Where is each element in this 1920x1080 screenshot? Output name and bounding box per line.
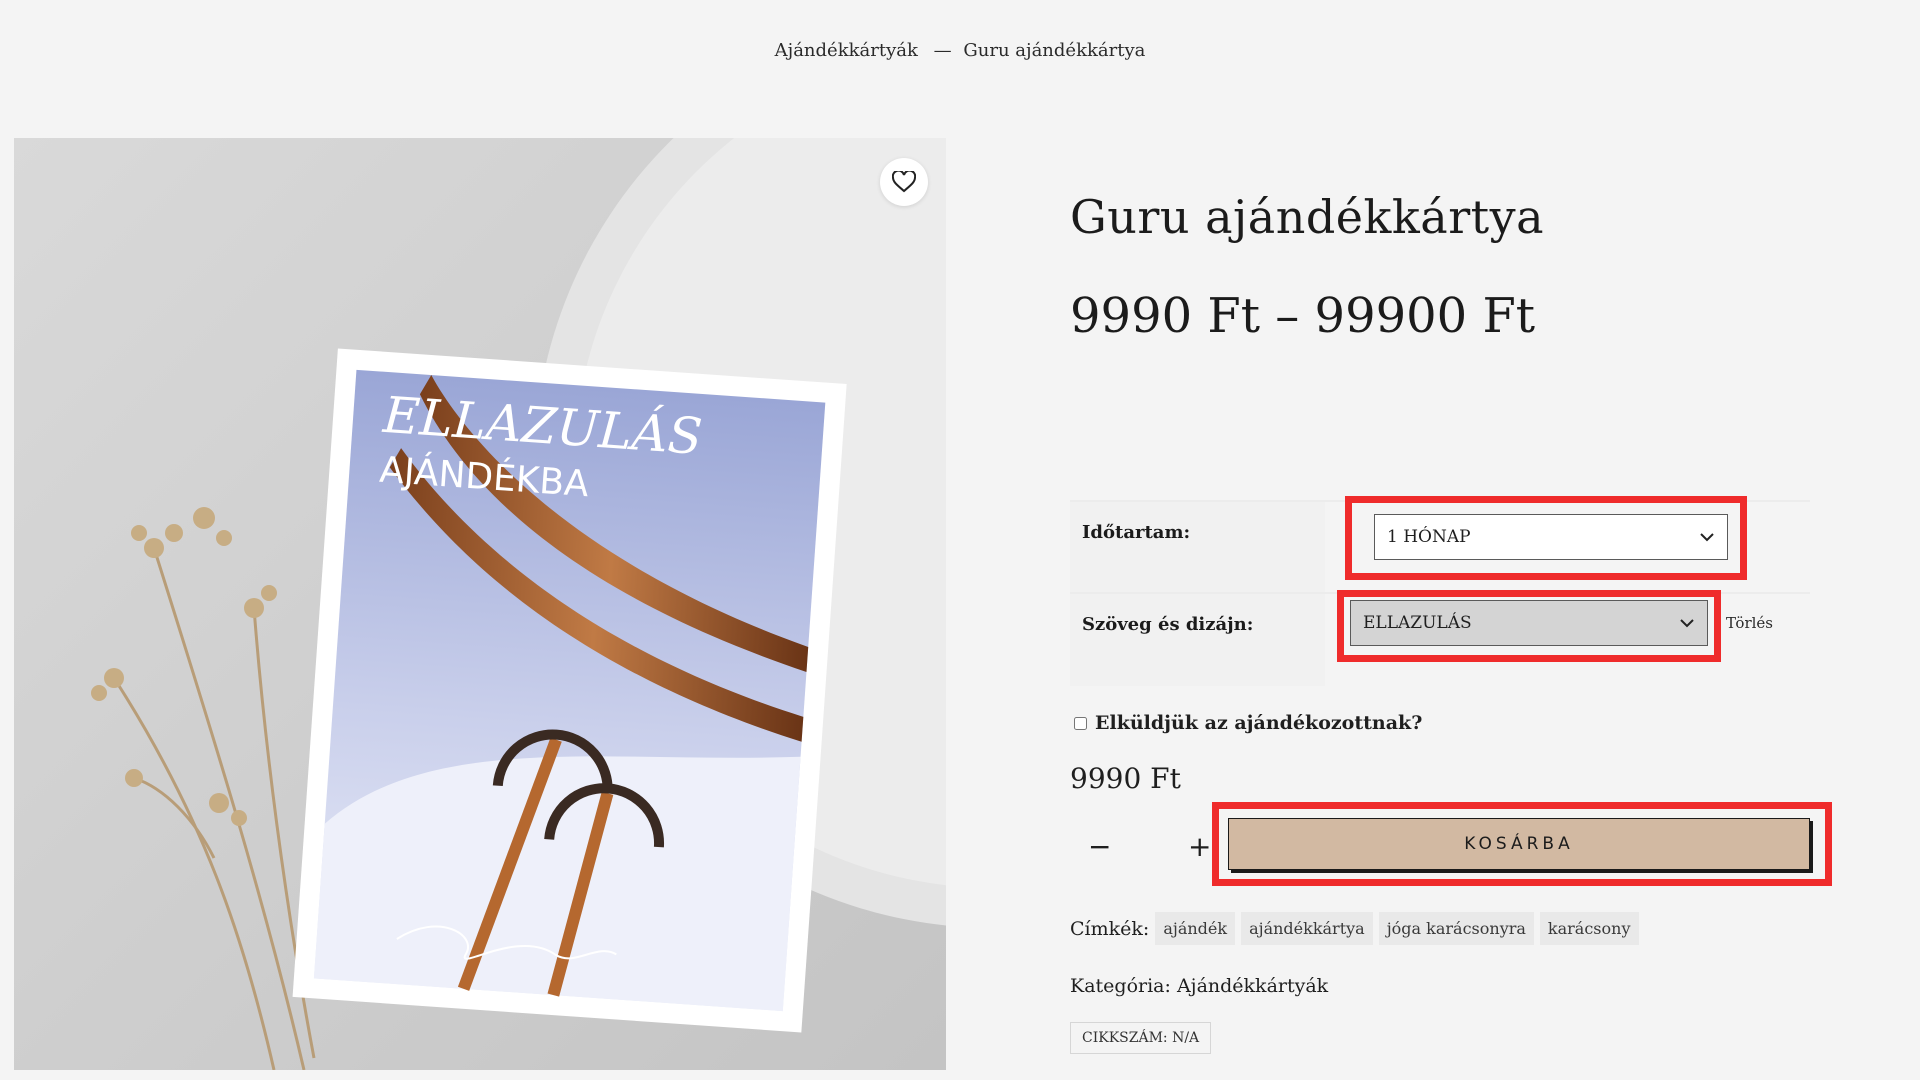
send-to-recipient[interactable]: Elküldjük az ajándékozottnak? (1074, 712, 1422, 734)
label-cell (1070, 594, 1325, 686)
quantity-stepper: − + (1070, 826, 1220, 870)
design-label: Szöveg és dizájn: (1082, 614, 1254, 635)
product-category: Kategória: Ajándékkártyák (1070, 975, 1328, 997)
sku-badge: CIKKSZÁM: N/A (1070, 1022, 1212, 1054)
variations-table: Időtartam: 1 HÓNAP Szöveg és dizájn: ELL… (1070, 496, 1810, 686)
tag-link[interactable]: karácsony (1539, 912, 1639, 945)
duration-select-value: 1 HÓNAP (1387, 527, 1471, 547)
product-summary: Guru ajándékkártya 9990 Ft – 99900 Ft (1070, 190, 1830, 344)
design-select-value: ELLAZULÁS (1363, 613, 1472, 633)
wishlist-button[interactable] (880, 158, 928, 206)
category-label: Kategória: (1070, 975, 1171, 997)
label-cell (1070, 502, 1325, 594)
chevron-down-icon (1700, 533, 1714, 542)
add-to-cart-button[interactable]: KOSÁRBA (1228, 818, 1810, 870)
send-to-recipient-checkbox[interactable] (1074, 716, 1087, 730)
quantity-minus-button[interactable]: − (1088, 830, 1111, 863)
design-select[interactable]: ELLAZULÁS (1350, 600, 1708, 646)
tag-link[interactable]: jóga karácsonyra (1378, 912, 1534, 945)
send-to-recipient-label: Elküldjük az ajándékozottnak? (1095, 712, 1423, 734)
breadcrumb-current: Guru ajándékkártya (963, 40, 1146, 61)
duration-select[interactable]: 1 HÓNAP (1374, 514, 1728, 560)
variation-row-duration: Időtartam: 1 HÓNAP (1070, 496, 1810, 594)
tag-link[interactable]: ajándék (1155, 912, 1236, 945)
breadcrumb-separator: — (933, 40, 952, 61)
product-title: Guru ajándékkártya (1070, 190, 1545, 244)
product-tags: Címkék: ajándék ajándékkártya jóga karác… (1070, 912, 1639, 945)
reset-variations-link[interactable]: Törlés (1726, 614, 1773, 632)
breadcrumb-link-category[interactable]: Ajándékkártyák (775, 40, 918, 61)
variation-row-design: Szöveg és dizájn: ELLAZULÁS Törlés (1070, 590, 1810, 686)
product-price-range: 9990 Ft – 99900 Ft (1070, 288, 1536, 344)
tag-link[interactable]: ajándékkártya (1241, 912, 1373, 945)
chevron-down-icon (1680, 619, 1694, 628)
tags-label: Címkék: (1070, 917, 1150, 940)
breadcrumb: Ajándékkártyák — Guru ajándékkártya (0, 40, 1920, 61)
variation-price: 9990 Ft (1070, 762, 1181, 795)
duration-label: Időtartam: (1082, 522, 1191, 543)
quantity-plus-button[interactable]: + (1188, 830, 1211, 863)
product-image[interactable]: ELLAZULÁS AJÁNDÉKBA (14, 138, 946, 1070)
quantity-input[interactable] (1124, 830, 1174, 866)
category-link[interactable]: Ajándékkártyák (1177, 975, 1328, 997)
heart-icon (892, 171, 916, 193)
